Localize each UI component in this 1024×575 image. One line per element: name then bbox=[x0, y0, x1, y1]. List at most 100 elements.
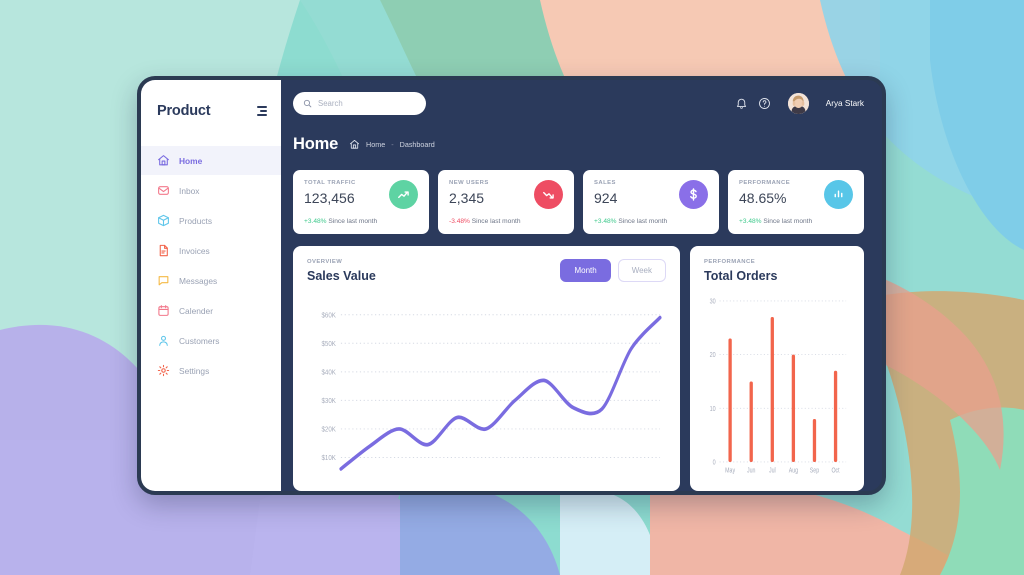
bar bbox=[791, 354, 796, 462]
card-kicker: OVERVIEW bbox=[307, 259, 343, 265]
card-title: Total Orders bbox=[704, 269, 778, 283]
sidebar-item-inbox[interactable]: Inbox bbox=[141, 176, 281, 205]
sidebar-item-label: Settings bbox=[179, 365, 210, 376]
sidebar-item-calender[interactable]: Calender bbox=[141, 296, 281, 325]
trend-up-icon bbox=[397, 190, 409, 198]
help-circle-icon[interactable] bbox=[758, 97, 771, 110]
sales-value-card: OVERVIEW Sales Value Month Week $60K $50K… bbox=[293, 246, 680, 491]
trend-down-icon bbox=[542, 191, 554, 199]
breadcrumb-item-home[interactable]: Home bbox=[366, 140, 385, 149]
stat-label: PERFORMANCE bbox=[739, 180, 791, 186]
stat-footer: +3.48% Since last month bbox=[594, 218, 708, 225]
home-icon bbox=[158, 155, 169, 166]
envelope-icon bbox=[158, 186, 169, 195]
search-input[interactable] bbox=[318, 99, 416, 108]
stat-icon-badge bbox=[824, 180, 853, 209]
bar-chart: 0 10 20 30 May Jun Jul Aug Sep Oct bbox=[710, 298, 847, 475]
total-orders-card: PERFORMANCE Total Orders 0 10 20 30 May Jun Ju… bbox=[690, 246, 864, 491]
avatar[interactable] bbox=[787, 93, 809, 114]
sidebar-item-messages[interactable]: Messages bbox=[141, 266, 281, 295]
bar bbox=[728, 338, 732, 462]
chat-icon bbox=[158, 276, 169, 286]
line-series-sales-value bbox=[339, 315, 662, 471]
sidebar-item-label: Calender bbox=[179, 305, 213, 316]
y-axis-tick-label: $50K bbox=[321, 340, 336, 348]
range-toggle-group: Month Week bbox=[560, 259, 666, 282]
x-axis-tick-label: Oct bbox=[831, 467, 839, 475]
stat-note: Since last month bbox=[763, 218, 813, 225]
x-axis-tick-label: Aug bbox=[789, 467, 799, 475]
y-axis-tick-label: 30 bbox=[710, 298, 716, 306]
bar bbox=[833, 370, 838, 462]
stat-footer: -3.48% Since last month bbox=[449, 218, 563, 225]
calendar-icon bbox=[158, 305, 169, 316]
y-axis-tick-label: $30K bbox=[321, 398, 336, 406]
x-axis-tick-label: Jun bbox=[747, 467, 756, 475]
dashboard-window: Product Home Inbox Products Invoices Mes… bbox=[137, 76, 886, 495]
x-axis-tick-label: Sep bbox=[810, 467, 820, 475]
page-title: Home bbox=[293, 134, 339, 153]
breadcrumb-separator: - bbox=[391, 139, 394, 149]
stat-card-new-users: NEW USERS 2,345 -3.48% Since last month bbox=[438, 170, 574, 234]
sales-card-header: OVERVIEW Sales Value Month Week bbox=[307, 259, 666, 283]
charts-row: OVERVIEW Sales Value Month Week $60K $50K… bbox=[281, 234, 882, 491]
y-axis-tick-label: $60K bbox=[321, 312, 336, 320]
brand-name: Product bbox=[157, 103, 211, 119]
user-icon bbox=[159, 335, 168, 346]
total-orders-plot: 0 10 20 30 May Jun Jul Aug Sep Oct bbox=[704, 293, 850, 491]
sidebar-item-label: Messages bbox=[179, 275, 218, 286]
dollar-icon bbox=[690, 188, 697, 201]
bell-icon[interactable] bbox=[735, 97, 748, 110]
toggle-month[interactable]: Month bbox=[560, 259, 611, 282]
sidebar-nav: Home Inbox Products Invoices Messages Ca… bbox=[141, 146, 281, 385]
box-icon bbox=[158, 214, 169, 227]
line-chart: $60K $50K $40K $30K $20K $10K bbox=[321, 312, 662, 471]
stat-value: 48.65% bbox=[739, 190, 787, 206]
sidebar-item-settings[interactable]: Settings bbox=[141, 356, 281, 385]
stat-label: TOTAL TRAFFIC bbox=[304, 180, 356, 186]
stat-icon-badge bbox=[534, 180, 563, 209]
stat-label: NEW USERS bbox=[449, 180, 489, 186]
y-axis-tick-label: $10K bbox=[321, 455, 336, 463]
bar bbox=[812, 419, 817, 462]
card-kicker: PERFORMANCE bbox=[704, 259, 756, 265]
sidebar-item-label: Products bbox=[179, 215, 213, 226]
bar bbox=[749, 381, 753, 462]
card-title: Sales Value bbox=[307, 269, 376, 283]
collapse-menu-icon[interactable] bbox=[257, 106, 267, 116]
y-axis-tick-label: 20 bbox=[710, 352, 716, 360]
stat-value: 2,345 bbox=[449, 190, 485, 206]
stat-note: Since last month bbox=[471, 218, 521, 225]
stat-cards: TOTAL TRAFFIC 123,456 +3.48% Since last … bbox=[281, 159, 882, 234]
stat-icon-badge bbox=[679, 180, 708, 209]
sidebar-item-products[interactable]: Products bbox=[141, 206, 281, 235]
home-icon bbox=[350, 139, 360, 149]
sales-value-plot: $60K $50K $40K $30K $20K $10K bbox=[307, 293, 666, 491]
toggle-week[interactable]: Week bbox=[617, 259, 666, 282]
sidebar-item-customers[interactable]: Customers bbox=[141, 326, 281, 355]
stat-delta: +3.48% bbox=[594, 218, 617, 225]
y-axis-tick-label: $20K bbox=[321, 426, 336, 434]
stat-footer: +3.48% Since last month bbox=[739, 218, 853, 225]
bar-chart-icon bbox=[834, 190, 843, 198]
breadcrumb: Home - Dashboard bbox=[349, 139, 435, 150]
brand: Product bbox=[141, 94, 281, 128]
stat-value: 123,456 bbox=[304, 190, 355, 206]
stat-value: 924 bbox=[594, 190, 618, 206]
stat-footer: +3.48% Since last month bbox=[304, 218, 418, 225]
sidebar-item-invoices[interactable]: Invoices bbox=[141, 236, 281, 265]
topbar: Arya Stark bbox=[281, 80, 882, 127]
orders-card-header: PERFORMANCE Total Orders bbox=[704, 259, 850, 283]
stat-note: Since last month bbox=[618, 218, 668, 225]
stat-label: SALES bbox=[594, 180, 616, 186]
stat-icon-badge bbox=[389, 180, 418, 209]
search-box[interactable] bbox=[293, 92, 426, 115]
main-content: Arya Stark Home Home - Dashboard TOTAL T… bbox=[281, 80, 882, 491]
x-axis-tick-label: May bbox=[725, 467, 736, 475]
stat-card-sales: SALES 924 +3.48% Since last month bbox=[583, 170, 719, 234]
sidebar-item-home[interactable]: Home bbox=[141, 146, 281, 175]
breadcrumb-item-dashboard[interactable]: Dashboard bbox=[400, 140, 435, 149]
sidebar-item-label: Invoices bbox=[179, 245, 210, 256]
gear-icon bbox=[157, 364, 170, 377]
page-header: Home Home - Dashboard bbox=[281, 129, 882, 159]
